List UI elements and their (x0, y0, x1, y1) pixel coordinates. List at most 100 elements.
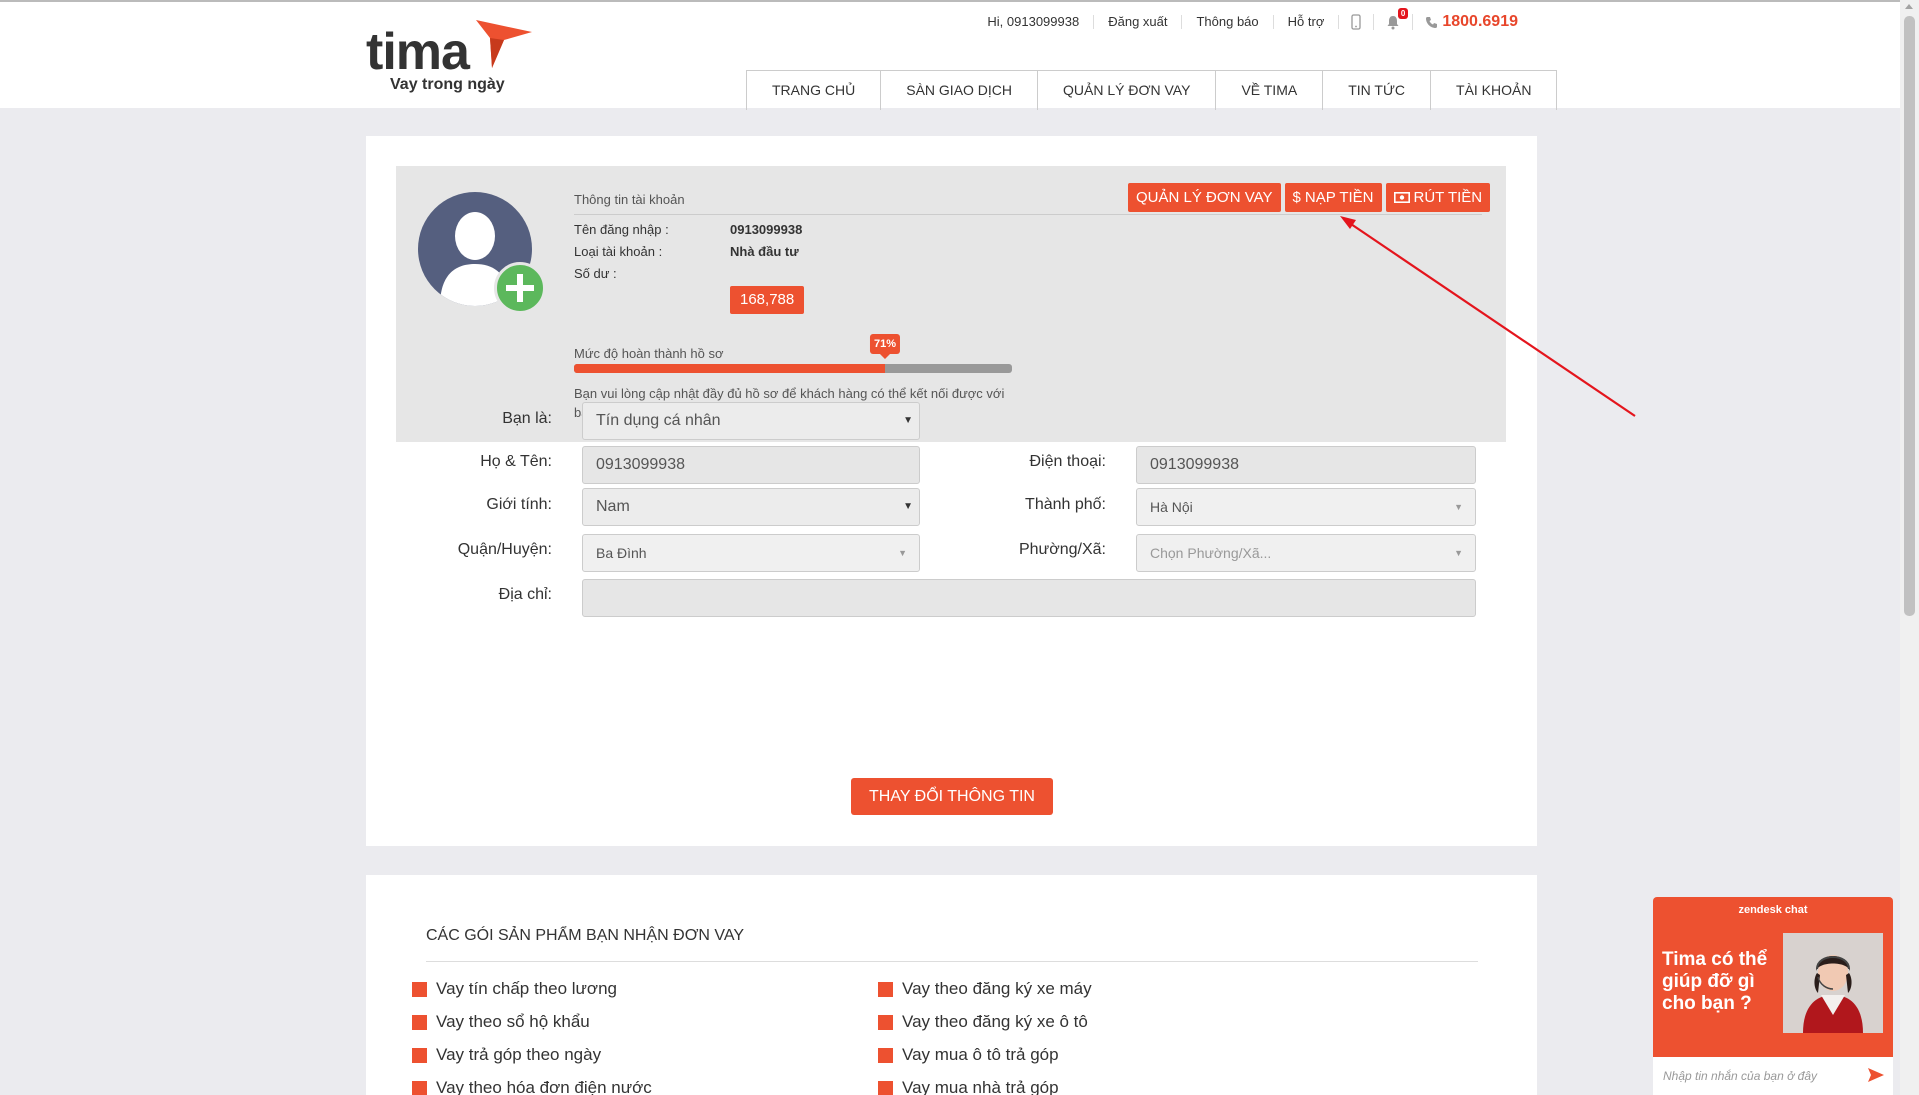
product-item[interactable]: Vay theo hóa đơn điện nước (412, 1078, 652, 1095)
site-header: tima Vay trong ngày Hi, 0913099938 Đăng … (0, 0, 1900, 110)
username-value: 0913099938 (730, 222, 803, 237)
gender-select[interactable]: Nam ▼ (582, 488, 920, 526)
district-select[interactable]: Ba Đình ▼ (582, 534, 920, 572)
account-card: Thông tin tài khoản QUẢN LÝ ĐƠN VAY $ NẠ… (366, 136, 1537, 846)
chat-prompt: Tima có thể giúp đỡ gì cho bạn ? (1662, 949, 1768, 1014)
notification-badge: 0 (1397, 8, 1409, 19)
bullet-square-icon (412, 1047, 427, 1063)
phone-value: 0913099938 (1150, 456, 1239, 473)
deposit-button[interactable]: $ NẠP TIỀN (1284, 183, 1382, 212)
mobile-phone-icon (1351, 14, 1362, 30)
upload-avatar-button[interactable] (494, 262, 546, 314)
bullet-square-icon (412, 1080, 427, 1095)
completion-percent-tooltip: 71% (869, 334, 900, 359)
phone-icon (1426, 16, 1438, 28)
bullet-square-icon (412, 1014, 427, 1030)
products-card: CÁC GÓI SẢN PHẨM BẠN NHẬN ĐƠN VAY Vay tí… (366, 875, 1537, 1095)
city-label: Thành phố: (1025, 496, 1106, 513)
bullet-square-icon (878, 981, 893, 997)
name-label: Họ & Tên: (480, 453, 552, 470)
you-are-select[interactable]: Tín dụng cá nhân ▼ (582, 402, 920, 440)
plus-icon (506, 274, 534, 302)
product-item[interactable]: Vay theo sổ hộ khẩu (412, 1012, 590, 1032)
balance-badge: 168,788 (730, 286, 805, 314)
product-label: Vay theo đăng ký xe ô tô (902, 1012, 1088, 1031)
cash-icon (1393, 192, 1410, 203)
chat-input[interactable]: Nhập tin nhắn của bạn ở đây (1653, 1057, 1893, 1095)
hotline[interactable]: 1800.6919 (1413, 13, 1518, 31)
divider (426, 961, 1478, 962)
you-are-label: Bạn là: (502, 410, 552, 427)
phone-field[interactable]: 0913099938 (1136, 446, 1476, 484)
notifications-link[interactable]: Thông báo (1182, 15, 1274, 29)
bullet-square-icon (878, 1014, 893, 1030)
product-item[interactable]: Vay theo đăng ký xe máy (878, 979, 1092, 999)
page-scrollbar[interactable] (1900, 0, 1919, 1095)
tima-logo[interactable]: tima Vay trong ngày (366, 18, 536, 98)
ward-placeholder: Chọn Phường/Xã... (1150, 545, 1272, 561)
bullet-square-icon (878, 1080, 893, 1095)
manage-loans-button[interactable]: QUẢN LÝ ĐƠN VAY (1128, 183, 1281, 212)
address-field[interactable] (582, 579, 1476, 617)
name-field[interactable]: 0913099938 (582, 446, 920, 484)
bullet-square-icon (878, 1047, 893, 1063)
caret-down-icon: ▼ (903, 415, 913, 426)
scrollbar-thumb[interactable] (1904, 16, 1915, 616)
product-label: Vay theo sổ hộ khẩu (436, 1012, 590, 1031)
nav-marketplace[interactable]: SÀN GIAO DỊCH (881, 71, 1039, 110)
divider (574, 214, 1482, 215)
account-type-value: Nhà đầu tư (730, 244, 799, 259)
logout-link[interactable]: Đăng xuất (1094, 15, 1183, 29)
bird-logo-icon (476, 20, 532, 68)
district-value: Ba Đình (596, 545, 647, 561)
product-label: Vay theo hóa đơn điện nước (436, 1078, 652, 1095)
completion-progress-fill (574, 364, 885, 373)
nav-news[interactable]: TIN TỨC (1323, 71, 1432, 110)
address-label: Địa chỉ: (498, 586, 552, 603)
gender-value: Nam (596, 498, 630, 515)
agent-avatar-icon (1783, 933, 1883, 1033)
product-item[interactable]: Vay mua ô tô trả góp (878, 1045, 1059, 1065)
withdraw-label: RÚT TIỀN (1413, 189, 1483, 206)
caret-down-icon: ▼ (1454, 548, 1463, 558)
scroll-up-icon[interactable] (1905, 4, 1913, 9)
support-link[interactable]: Hỗ trợ (1274, 15, 1340, 29)
city-value: Hà Nội (1150, 499, 1193, 515)
phone-label: Điện thoại: (1029, 453, 1107, 470)
logo-word: tima (366, 23, 470, 81)
nav-account[interactable]: TÀI KHOẢN (1431, 71, 1556, 110)
profile-panel: Thông tin tài khoản QUẢN LÝ ĐƠN VAY $ NẠ… (396, 166, 1506, 442)
greeting: Hi, 0913099938 (973, 15, 1095, 29)
withdraw-button[interactable]: RÚT TIỀN (1385, 183, 1491, 212)
dollar-icon: $ (1292, 189, 1301, 206)
product-label: Vay mua ô tô trả góp (902, 1045, 1059, 1064)
mobile-app-link[interactable] (1339, 14, 1375, 30)
balance-row: Số dư : (574, 266, 730, 281)
username-label: Tên đăng nhập : (574, 222, 669, 237)
username-row: Tên đăng nhập : 0913099938 (574, 222, 802, 237)
product-label: Vay mua nhà trả góp (902, 1078, 1059, 1095)
nav-about[interactable]: VỀ TIMA (1216, 71, 1324, 110)
product-label: Vay tín chấp theo lương (436, 979, 617, 998)
product-item[interactable]: Vay trả góp theo ngày (412, 1045, 601, 1065)
chat-widget[interactable]: zendesk chat Tima có thể giúp đỡ gì cho … (1653, 897, 1893, 1095)
manage-loans-label: QUẢN LÝ ĐƠN VAY (1136, 189, 1273, 206)
product-item[interactable]: Vay tín chấp theo lương (412, 979, 617, 999)
bell-button[interactable]: 0 (1374, 8, 1414, 30)
balance-label: Số dư : (574, 266, 617, 281)
nav-loan-management[interactable]: QUẢN LÝ ĐƠN VAY (1038, 71, 1217, 110)
send-icon[interactable] (1867, 1067, 1885, 1083)
logo-tagline: Vay trong ngày (390, 76, 505, 93)
city-select[interactable]: Hà Nội ▼ (1136, 488, 1476, 526)
product-item[interactable]: Vay theo đăng ký xe ô tô (878, 1012, 1088, 1032)
ward-select[interactable]: Chọn Phường/Xã... ▼ (1136, 534, 1476, 572)
account-type-row: Loại tài khoản : Nhà đầu tư (574, 244, 799, 259)
you-are-value: Tín dụng cá nhân (596, 412, 721, 429)
update-info-button[interactable]: THAY ĐỔI THÔNG TIN (851, 778, 1053, 815)
product-item[interactable]: Vay mua nhà trả góp (878, 1078, 1059, 1095)
deposit-label: NẠP TIỀN (1304, 189, 1374, 206)
nav-home[interactable]: TRANG CHỦ (747, 71, 882, 110)
account-actions: QUẢN LÝ ĐƠN VAY $ NẠP TIỀN RÚT TIỀN (1128, 183, 1491, 212)
product-label: Vay trả góp theo ngày (436, 1045, 602, 1064)
chat-brand: zendesk chat (1738, 904, 1808, 916)
